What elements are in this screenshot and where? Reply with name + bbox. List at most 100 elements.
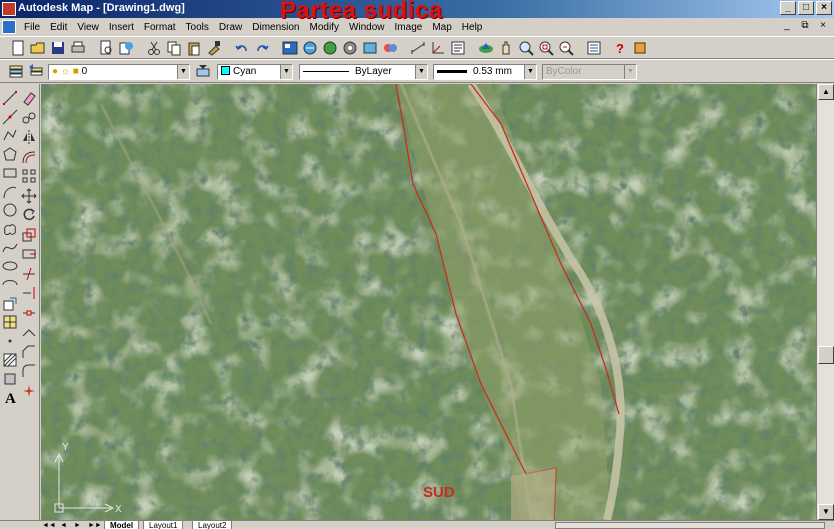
print-icon[interactable] <box>70 40 86 56</box>
chevron-down-icon[interactable]: ▼ <box>415 65 427 79</box>
redo-icon[interactable] <box>254 40 270 56</box>
join-icon[interactable] <box>21 324 37 340</box>
zoom-window-icon[interactable] <box>538 40 554 56</box>
publish-icon[interactable] <box>118 40 134 56</box>
menu-edit[interactable]: Edit <box>45 22 72 33</box>
ellipse-arc-icon[interactable] <box>2 277 18 293</box>
construction-line-icon[interactable] <box>2 109 18 125</box>
named-views-icon[interactable] <box>450 40 466 56</box>
layer-combo[interactable]: ● ☼ ■ 0 ▼ <box>48 64 190 80</box>
chamfer-icon[interactable] <box>21 344 37 360</box>
polyline-icon[interactable] <box>2 127 18 143</box>
horizontal-scrollbar[interactable] <box>555 522 825 529</box>
undo-icon[interactable] <box>234 40 250 56</box>
minimize-button[interactable]: _ <box>780 1 796 15</box>
plot-preview-icon[interactable] <box>98 40 114 56</box>
tab-model[interactable]: Model <box>104 521 140 529</box>
scroll-up-icon[interactable]: ▲ <box>818 84 834 100</box>
hatch-icon[interactable] <box>2 352 18 368</box>
layer-previous-icon[interactable] <box>28 63 44 79</box>
document-icon[interactable] <box>2 20 16 34</box>
matchprop-icon[interactable] <box>206 40 222 56</box>
save-icon[interactable] <box>50 40 66 56</box>
menu-format[interactable]: Format <box>139 22 181 33</box>
region-icon[interactable] <box>2 371 18 387</box>
scale-icon[interactable] <box>21 227 37 243</box>
extend-icon[interactable] <box>21 285 37 301</box>
ellipse-icon[interactable] <box>2 258 18 274</box>
close-button[interactable]: × <box>816 1 832 15</box>
tab-next-button[interactable]: ► <box>74 521 81 529</box>
trim-icon[interactable] <box>21 266 37 282</box>
spline-icon[interactable] <box>2 240 18 256</box>
text-icon[interactable]: A <box>2 389 18 405</box>
new-icon[interactable] <box>10 40 26 56</box>
rectangle-icon[interactable] <box>2 165 18 181</box>
sheetset-icon[interactable] <box>362 40 378 56</box>
chevron-down-icon[interactable]: ▼ <box>524 65 536 79</box>
distance-icon[interactable] <box>410 40 426 56</box>
chevron-down-icon[interactable]: ▼ <box>177 65 189 79</box>
rotate-icon[interactable] <box>21 207 37 223</box>
menu-insert[interactable]: Insert <box>104 22 139 33</box>
menu-view[interactable]: View <box>72 22 104 33</box>
paste-icon[interactable] <box>186 40 202 56</box>
design-center-icon[interactable] <box>282 40 298 56</box>
doc-restore-button[interactable]: ⧉ <box>798 20 812 33</box>
layer-manager-icon[interactable] <box>8 63 24 79</box>
chevron-down-icon[interactable]: ▼ <box>280 65 292 79</box>
line-icon[interactable] <box>2 90 18 106</box>
menu-tools[interactable]: Tools <box>181 22 214 33</box>
cut-icon[interactable] <box>146 40 162 56</box>
revision-cloud-icon[interactable] <box>2 221 18 237</box>
copy-icon[interactable] <box>166 40 182 56</box>
vertical-scrollbar[interactable]: ▲ ▼ <box>816 84 834 520</box>
make-object-layer-current-icon[interactable] <box>195 63 211 79</box>
tab-prev-button[interactable]: ◄ <box>60 521 67 529</box>
explode-icon[interactable] <box>21 383 37 399</box>
tab-first-button[interactable]: ◄◄ <box>42 521 56 529</box>
make-block-icon[interactable] <box>2 314 18 330</box>
point-icon[interactable] <box>2 333 18 349</box>
linetype-combo[interactable]: ByLayer ▼ <box>299 64 428 80</box>
move-icon[interactable] <box>21 187 37 204</box>
color-combo[interactable]: Cyan ▼ <box>217 64 293 80</box>
menu-file[interactable]: File <box>19 22 45 33</box>
scroll-down-icon[interactable]: ▼ <box>818 504 834 520</box>
zoom-previous-icon[interactable] <box>558 40 574 56</box>
circle-icon[interactable] <box>2 202 18 218</box>
arc-icon[interactable] <box>2 184 18 200</box>
help-icon[interactable]: ? <box>612 40 628 56</box>
tab-layout1[interactable]: Layout1 <box>143 521 184 529</box>
array-icon[interactable] <box>21 168 37 184</box>
3d-orbit-icon[interactable] <box>322 40 338 56</box>
menu-help[interactable]: Help <box>457 22 488 33</box>
map-icon[interactable] <box>478 40 494 56</box>
markup-icon[interactable] <box>382 40 398 56</box>
lineweight-combo[interactable]: 0.53 mm ▼ <box>433 64 537 80</box>
doc-minimize-button[interactable]: _ <box>780 20 794 33</box>
ucs-icon[interactable] <box>430 40 446 56</box>
copy-object-icon[interactable] <box>21 110 37 126</box>
doc-close-button[interactable]: × <box>816 20 830 33</box>
pan-icon[interactable] <box>498 40 514 56</box>
bulb-icon[interactable] <box>632 40 648 56</box>
tab-layout2[interactable]: Layout2 <box>192 521 233 529</box>
hyperlink-icon[interactable] <box>302 40 318 56</box>
maximize-button[interactable]: □ <box>798 1 814 15</box>
drawing-canvas[interactable]: SUD Y X <box>41 84 816 520</box>
tab-last-button[interactable]: ►► <box>88 521 102 529</box>
properties-icon[interactable] <box>586 40 602 56</box>
toolpalettes-icon[interactable] <box>342 40 358 56</box>
fillet-icon[interactable] <box>21 363 37 379</box>
menu-draw[interactable]: Draw <box>214 22 247 33</box>
autodesk-map-app-icon[interactable] <box>2 2 16 16</box>
offset-icon[interactable] <box>21 149 37 165</box>
polygon-icon[interactable] <box>2 146 18 162</box>
stretch-icon[interactable] <box>21 246 37 262</box>
erase-icon[interactable] <box>21 90 37 106</box>
break-icon[interactable] <box>21 305 37 321</box>
zoom-realtime-icon[interactable] <box>518 40 534 56</box>
mirror-icon[interactable] <box>21 129 37 145</box>
open-icon[interactable] <box>30 40 46 56</box>
